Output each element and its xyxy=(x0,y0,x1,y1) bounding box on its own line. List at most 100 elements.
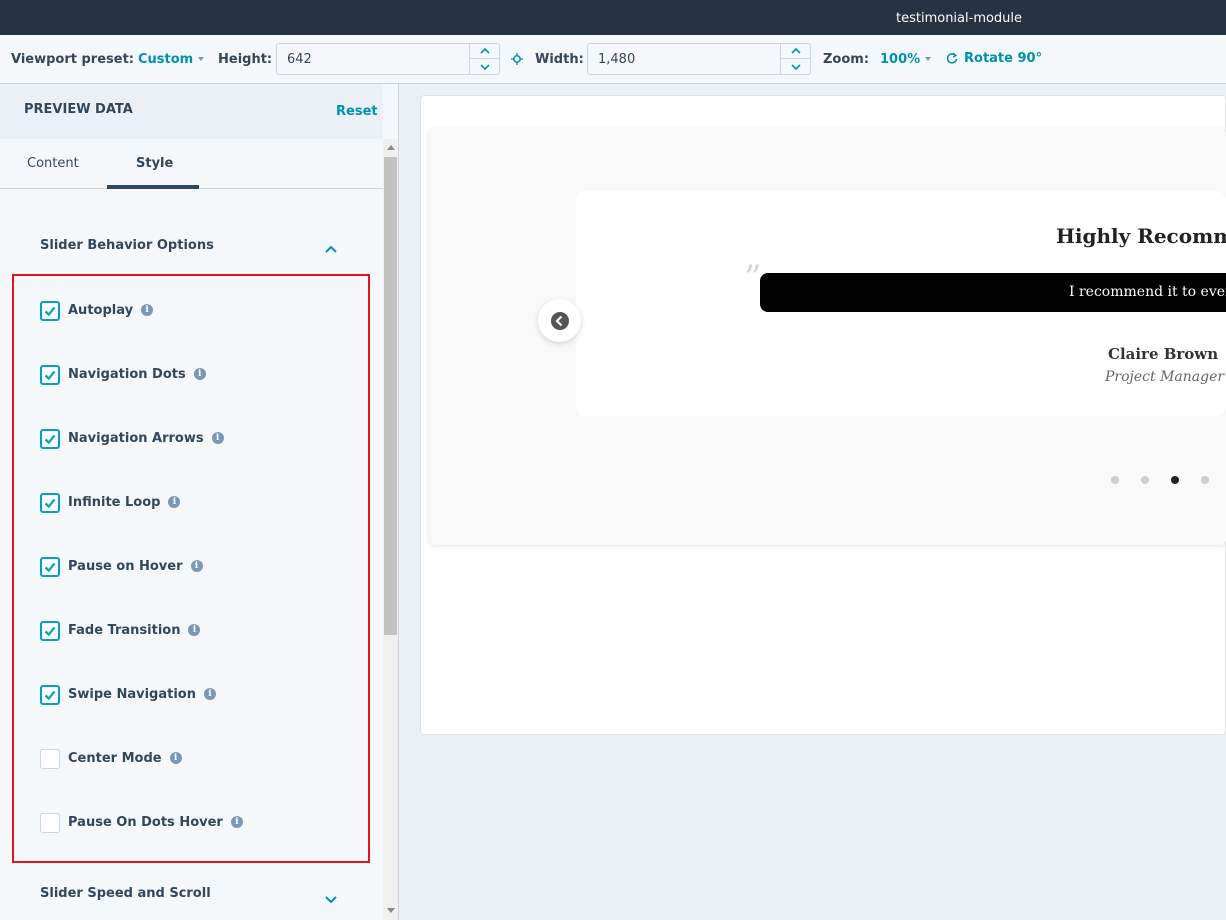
height-input[interactable] xyxy=(277,44,469,74)
option-label: Navigation Arrows i xyxy=(68,431,224,446)
checkmark-icon xyxy=(44,498,56,509)
slider-dot[interactable] xyxy=(1141,476,1149,484)
info-icon[interactable]: i xyxy=(230,815,243,828)
option-label-text: Pause on Hover xyxy=(68,559,183,574)
preview-toolbar: Viewport preset: Custom Height: Width: xyxy=(0,35,1226,84)
scroll-up-arrow-icon[interactable] xyxy=(387,145,395,150)
previous-slide-button[interactable] xyxy=(538,299,581,342)
width-label: Width: xyxy=(535,52,584,67)
author-role: Project Manager xyxy=(1105,369,1225,385)
option-label: Autoplay i xyxy=(68,303,154,318)
chevron-down-icon xyxy=(479,63,490,70)
slider-dot-active[interactable] xyxy=(1171,476,1179,484)
checkbox-navigation-dots[interactable] xyxy=(40,365,60,385)
lock-aspect-icon xyxy=(511,53,523,65)
checkbox-fade-transition[interactable] xyxy=(40,621,60,641)
slider-dot[interactable] xyxy=(1201,476,1209,484)
info-icon[interactable]: i xyxy=(193,367,206,380)
checkmark-icon xyxy=(44,370,56,381)
chevron-down-icon xyxy=(325,896,337,904)
caret-down-icon xyxy=(198,56,205,61)
option-label-text: Navigation Arrows xyxy=(68,431,204,446)
checkbox-autoplay[interactable] xyxy=(40,301,60,321)
option-label: Swipe Navigation i xyxy=(68,687,216,702)
option-label: Pause On Dots Hover i xyxy=(68,815,243,830)
checkmark-icon xyxy=(44,626,56,637)
link-dimensions-icon[interactable] xyxy=(511,53,523,69)
height-field xyxy=(276,43,500,75)
rotate-label: Rotate 90° xyxy=(964,51,1043,66)
width-increment-button[interactable] xyxy=(781,44,810,59)
checkmark-icon xyxy=(44,434,56,445)
expand-section-button[interactable] xyxy=(324,889,338,908)
scroll-down-arrow-icon[interactable] xyxy=(387,908,395,913)
active-tab-indicator xyxy=(107,185,199,189)
height-increment-button[interactable] xyxy=(470,44,499,59)
option-label-text: Autoplay xyxy=(68,303,134,318)
panel-scrollbar[interactable] xyxy=(383,139,398,920)
zoom-value: 100% xyxy=(880,52,921,67)
checkbox-swipe-navigation[interactable] xyxy=(40,685,60,705)
info-icon[interactable]: i xyxy=(168,495,181,508)
tab-style[interactable]: Style xyxy=(136,156,173,171)
arrow-left-circle-icon xyxy=(551,312,569,330)
testimonial-text: I recommend it to everyo xyxy=(1069,284,1226,300)
zoom-dropdown[interactable]: 100% xyxy=(880,52,932,67)
option-label: Infinite Loop i xyxy=(68,495,181,510)
option-label: Pause on Hover i xyxy=(68,559,203,574)
width-input[interactable] xyxy=(588,44,780,74)
width-stepper xyxy=(780,44,810,74)
collapse-section-button[interactable] xyxy=(324,239,338,258)
info-icon[interactable]: i xyxy=(169,751,182,764)
zoom-label: Zoom: xyxy=(823,52,870,67)
option-label-text: Center Mode xyxy=(68,751,162,766)
checkmark-icon xyxy=(44,690,56,701)
author-name: Claire Brown xyxy=(1108,345,1219,363)
info-icon[interactable]: i xyxy=(188,623,201,636)
info-icon[interactable]: i xyxy=(211,431,224,444)
checkmark-icon xyxy=(44,306,56,317)
app-title: testimonial-module xyxy=(896,11,1023,26)
preview-data-panel: PREVIEW DATA Reset Content Style Slider … xyxy=(0,84,399,920)
checkbox-center-mode[interactable] xyxy=(40,749,60,769)
title-bar: testimonial-module xyxy=(0,0,1226,35)
checkbox-infinite-loop[interactable] xyxy=(40,493,60,513)
option-label-text: Swipe Navigation xyxy=(68,687,196,702)
scrollbar-thumb[interactable] xyxy=(384,157,397,635)
section-title-slider-speed[interactable]: Slider Speed and Scroll xyxy=(40,886,211,901)
info-icon[interactable]: i xyxy=(204,687,216,700)
option-label: Navigation Dots i xyxy=(68,367,206,382)
checkbox-pause-on-dots-hover[interactable] xyxy=(40,813,60,833)
section-title-slider-behavior[interactable]: Slider Behavior Options xyxy=(40,238,214,253)
caret-down-icon xyxy=(925,56,932,61)
height-stepper xyxy=(469,44,499,74)
reset-button[interactable]: Reset xyxy=(336,104,378,119)
rotate-button[interactable]: Rotate 90° xyxy=(946,51,1042,66)
viewport-preset-label: Viewport preset: xyxy=(11,52,135,67)
info-icon[interactable]: i xyxy=(190,559,203,572)
height-decrement-button[interactable] xyxy=(470,59,499,74)
option-label: Center Mode i xyxy=(68,751,182,766)
width-decrement-button[interactable] xyxy=(781,59,810,74)
checkbox-navigation-arrows[interactable] xyxy=(40,429,60,449)
chevron-up-icon xyxy=(790,48,801,54)
rotate-icon xyxy=(946,52,958,64)
panel-title: PREVIEW DATA xyxy=(24,102,133,117)
viewport-preset-value: Custom xyxy=(138,52,194,67)
option-label-text: Pause On Dots Hover xyxy=(68,815,223,830)
option-label: Fade Transition i xyxy=(68,623,201,638)
checkmark-icon xyxy=(44,562,56,573)
slider-dot[interactable] xyxy=(1111,476,1119,484)
checkbox-pause-on-hover[interactable] xyxy=(40,557,60,577)
width-field xyxy=(587,43,811,75)
tab-content[interactable]: Content xyxy=(27,156,79,171)
viewport-preset-dropdown[interactable]: Custom xyxy=(138,52,205,67)
option-label-text: Fade Transition xyxy=(68,623,181,638)
panel-header: PREVIEW DATA Reset xyxy=(0,84,383,139)
chevron-up-icon xyxy=(325,245,337,253)
chevron-down-icon xyxy=(790,63,801,70)
option-label-text: Navigation Dots xyxy=(68,367,186,382)
height-label: Height: xyxy=(218,52,273,67)
info-icon[interactable]: i xyxy=(141,303,154,316)
testimonial-title: Highly Recommen xyxy=(1056,224,1226,248)
